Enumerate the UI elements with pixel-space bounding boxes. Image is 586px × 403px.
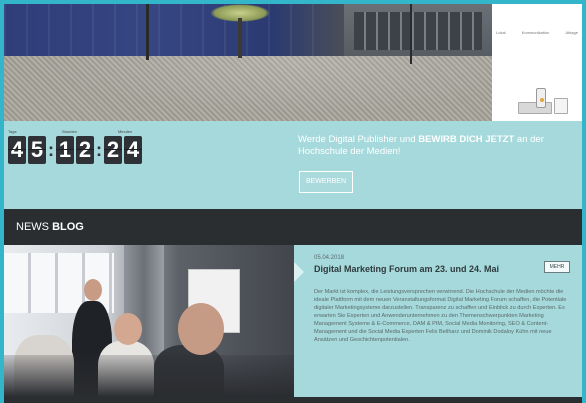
side-text-3	[496, 19, 578, 25]
countdown-label-hours: Stunden	[62, 129, 77, 134]
news-title[interactable]: Digital Marketing Forum am 23. und 24. M…	[314, 264, 568, 274]
side-tabs: Lokal Kommunikation Ablage	[496, 30, 578, 35]
campus-photo	[4, 4, 492, 121]
countdown-digit: 4	[124, 136, 142, 164]
countdown-digit: 5	[28, 136, 46, 164]
news-date: 05.04.2018	[314, 255, 345, 261]
arrow-right-icon	[294, 262, 304, 282]
countdown-digit: 4	[8, 136, 26, 164]
hero-side-panel: Lokal Kommunikation Ablage	[492, 4, 582, 121]
countdown-digits: 4 5 : 1 2 : 2 4	[8, 136, 144, 164]
countdown-colon: :	[48, 140, 54, 160]
countdown-digit: 2	[104, 136, 122, 164]
photo-audience-head-2	[178, 303, 224, 355]
photo-wall-lines	[4, 4, 334, 56]
news-body: Der Markt ist komplex, die Leistungsvers…	[314, 289, 567, 343]
photo-shadow	[4, 355, 294, 397]
more-button[interactable]: MEHR	[544, 261, 570, 273]
side-tab[interactable]: Lokal	[496, 30, 506, 35]
hero-banner: Lokal Kommunikation Ablage	[4, 4, 582, 121]
photo-speaker-head	[84, 279, 102, 301]
photo-building-windows	[354, 12, 482, 50]
countdown-label-days: Tage	[8, 129, 17, 134]
countdown-digit: 1	[56, 136, 74, 164]
photo-audience-head	[114, 313, 142, 345]
countdown-labels: Tage Stunden Minuten	[8, 129, 178, 135]
tablet-icon	[554, 98, 568, 114]
recruit-text-before: Werde Digital Publisher und	[298, 134, 419, 145]
recruit-text-bold: BEWIRB DICH JETZT	[418, 134, 515, 145]
recruit-text: Werde Digital Publisher und BEWIRB DICH …	[298, 134, 568, 158]
dot-icon	[540, 98, 544, 102]
countdown-label-minutes: Minuten	[118, 129, 133, 134]
countdown-digit: 2	[76, 136, 94, 164]
apply-button[interactable]: BEWERBEN	[299, 171, 353, 193]
photo-pole-2	[410, 4, 412, 64]
photo-pole	[146, 4, 149, 60]
laptop-icon	[518, 102, 552, 114]
countdown-colon: :	[96, 140, 102, 160]
news-item-content: 05.04.2018 Digital Marketing Forum am 23…	[294, 245, 582, 397]
photo-tree-trunk	[238, 18, 242, 58]
news-title-light: NEWS	[16, 221, 53, 233]
bottom-strip	[4, 397, 582, 403]
countdown-timer: Tage Stunden Minuten 4 5 : 1 2 : 2 4	[8, 129, 178, 165]
news-blog-header: NEWS BLOG	[4, 209, 582, 245]
photo-ground	[4, 56, 492, 121]
side-tab[interactable]: Ablage	[566, 30, 578, 35]
news-title-bold: BLOG	[52, 221, 84, 233]
news-item-photo[interactable]	[4, 245, 294, 397]
side-tab[interactable]: Kommunikation	[522, 30, 550, 35]
